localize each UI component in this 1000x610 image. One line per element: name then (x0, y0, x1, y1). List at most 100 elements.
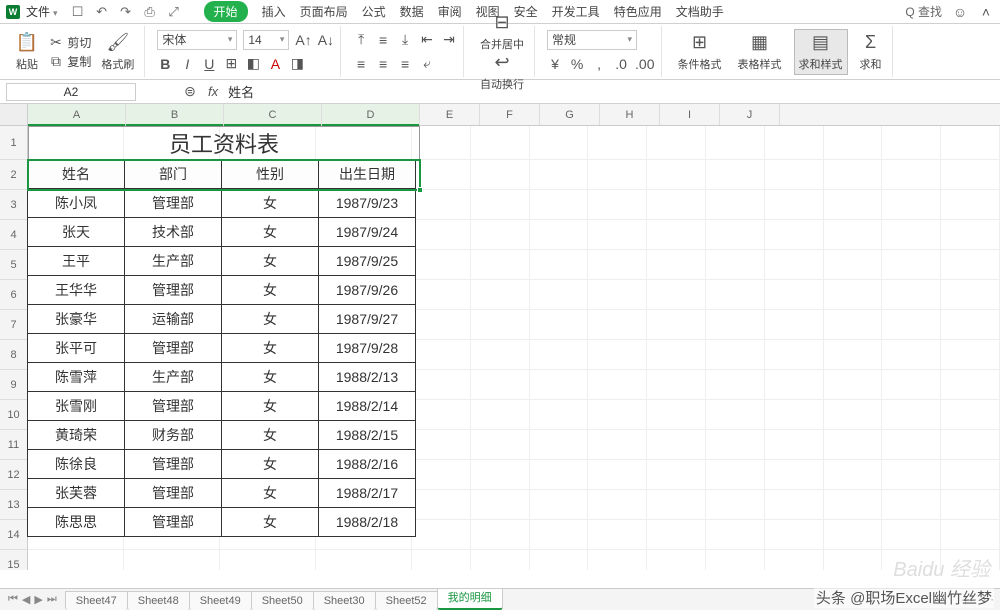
fill-color-icon[interactable]: ◧ (245, 56, 261, 72)
underline-icon[interactable]: U (201, 56, 217, 72)
highlight-icon[interactable]: ◨ (289, 56, 305, 72)
dec-dec-icon[interactable]: .00 (635, 56, 654, 72)
name-box[interactable]: A2 (6, 83, 136, 101)
table-cell[interactable]: 1988/2/14 (318, 391, 416, 421)
decrease-font-icon[interactable]: A↓ (318, 32, 334, 48)
row-header[interactable]: 10 (0, 400, 27, 430)
table-cell[interactable]: 女 (221, 391, 319, 421)
comma-icon[interactable]: , (591, 56, 607, 72)
table-cell[interactable]: 女 (221, 188, 319, 218)
search-box[interactable]: Q 查找 (905, 3, 942, 20)
col-header[interactable]: J (720, 104, 780, 125)
col-header[interactable]: B (126, 104, 224, 125)
sheet-next-icon[interactable]: ▶ (34, 593, 42, 606)
table-cell[interactable]: 女 (221, 275, 319, 305)
table-cell[interactable]: 1987/9/23 (318, 188, 416, 218)
table-cell[interactable]: 陈思思 (27, 507, 125, 537)
paste-button[interactable]: 📋粘贴 (12, 32, 42, 72)
col-header[interactable]: F (480, 104, 540, 125)
align-center-icon[interactable]: ≡ (375, 56, 391, 72)
sheet-first-icon[interactable]: ⏮ (8, 593, 18, 606)
align-right-icon[interactable]: ≡ (397, 56, 413, 72)
table-cell[interactable]: 女 (221, 478, 319, 508)
align-bot-icon[interactable]: ⤓ (397, 32, 413, 48)
auto-wrap-button[interactable]: ↩自动换行 (476, 52, 528, 92)
table-cell[interactable]: 运输部 (124, 304, 222, 334)
col-header-name[interactable]: 姓名 (27, 159, 125, 189)
table-cell[interactable]: 1988/2/17 (318, 478, 416, 508)
row-header[interactable]: 9 (0, 370, 27, 400)
save-icon[interactable]: ☐ (70, 4, 86, 20)
table-cell[interactable]: 管理部 (124, 391, 222, 421)
table-cell[interactable]: 管理部 (124, 333, 222, 363)
table-cell[interactable]: 陈小凤 (27, 188, 125, 218)
table-cell[interactable]: 1987/9/26 (318, 275, 416, 305)
row-header[interactable]: 12 (0, 460, 27, 490)
select-all-corner[interactable] (0, 104, 27, 126)
table-cell[interactable]: 陈徐良 (27, 449, 125, 479)
table-cell[interactable]: 管理部 (124, 507, 222, 537)
print-icon[interactable]: ⎙ (142, 4, 158, 20)
sum-button[interactable]: Σ求和 (856, 32, 886, 72)
tab-devtools[interactable]: 开发工具 (552, 3, 600, 20)
table-cell[interactable]: 财务部 (124, 420, 222, 450)
merge-center-button[interactable]: ⊟合并居中 (476, 12, 528, 52)
col-header[interactable]: C (224, 104, 322, 125)
row-header[interactable]: 2 (0, 160, 27, 190)
sheet[interactable]: 员工资料表 姓名 部门 性别 出生日期 陈小凤管理部女1987/9/23张天技术… (28, 126, 1000, 570)
cell-style-button[interactable]: ▤求和样式 (794, 29, 848, 75)
row-header[interactable]: 7 (0, 310, 27, 340)
preview-icon[interactable]: ⤢ (166, 4, 182, 20)
cut-button[interactable]: ✂ 剪切 (48, 34, 91, 51)
grid-body[interactable]: ABCD EFGHIJ 员工资料表 姓名 部门 性别 出生日期 陈小凤管理部女1… (28, 104, 1000, 570)
table-cell[interactable]: 女 (221, 449, 319, 479)
table-style-button[interactable]: ▦表格样式 (734, 32, 786, 72)
table-cell[interactable]: 张平可 (27, 333, 125, 363)
percent-icon[interactable]: % (569, 56, 585, 72)
fx-dropdown-icon[interactable]: ⊜ (182, 84, 198, 100)
table-cell[interactable]: 张豪华 (27, 304, 125, 334)
align-left-icon[interactable]: ≡ (353, 56, 369, 72)
align-top-icon[interactable]: ⤒ (353, 32, 369, 48)
copy-button[interactable]: ⧉ 复制 (48, 53, 91, 70)
align-mid-icon[interactable]: ≡ (375, 32, 391, 48)
row-header[interactable]: 4 (0, 220, 27, 250)
sheet-tab[interactable]: Sheet49 (189, 591, 252, 610)
tab-features[interactable]: 特色应用 (614, 3, 662, 20)
table-cell[interactable]: 女 (221, 217, 319, 247)
row-header[interactable]: 6 (0, 280, 27, 310)
table-cell[interactable]: 女 (221, 246, 319, 276)
increase-font-icon[interactable]: A↑ (295, 32, 311, 48)
table-cell[interactable]: 1988/2/15 (318, 420, 416, 450)
row-header[interactable]: 1 (0, 126, 27, 160)
undo-icon[interactable]: ↶ (94, 4, 110, 20)
font-name-select[interactable]: 宋体 (157, 30, 237, 50)
row-header[interactable]: 8 (0, 340, 27, 370)
col-header[interactable]: H (600, 104, 660, 125)
tab-data[interactable]: 数据 (400, 3, 424, 20)
italic-icon[interactable]: I (179, 56, 195, 72)
table-cell[interactable]: 生产部 (124, 362, 222, 392)
row-header[interactable]: 14 (0, 520, 27, 550)
col-header[interactable]: I (660, 104, 720, 125)
table-cell[interactable]: 王华华 (27, 275, 125, 305)
font-size-select[interactable]: 14 (243, 30, 289, 50)
table-cell[interactable]: 张芙蓉 (27, 478, 125, 508)
number-format-select[interactable]: 常规 (547, 30, 637, 50)
table-cell[interactable]: 生产部 (124, 246, 222, 276)
col-header[interactable]: G (540, 104, 600, 125)
sheet-tab[interactable]: Sheet52 (375, 591, 438, 610)
table-cell[interactable]: 1987/9/27 (318, 304, 416, 334)
row-header[interactable]: 11 (0, 430, 27, 460)
table-cell[interactable]: 1987/9/28 (318, 333, 416, 363)
table-cell[interactable]: 管理部 (124, 449, 222, 479)
col-header[interactable]: A (28, 104, 126, 125)
border-icon[interactable]: ⊞ (223, 56, 239, 72)
col-header[interactable]: E (420, 104, 480, 125)
row-header[interactable]: 5 (0, 250, 27, 280)
table-cell[interactable]: 王平 (27, 246, 125, 276)
tab-layout[interactable]: 页面布局 (300, 3, 348, 20)
row-header[interactable]: 15 (0, 550, 27, 570)
dec-inc-icon[interactable]: .0 (613, 56, 629, 72)
table-cell[interactable]: 女 (221, 333, 319, 363)
